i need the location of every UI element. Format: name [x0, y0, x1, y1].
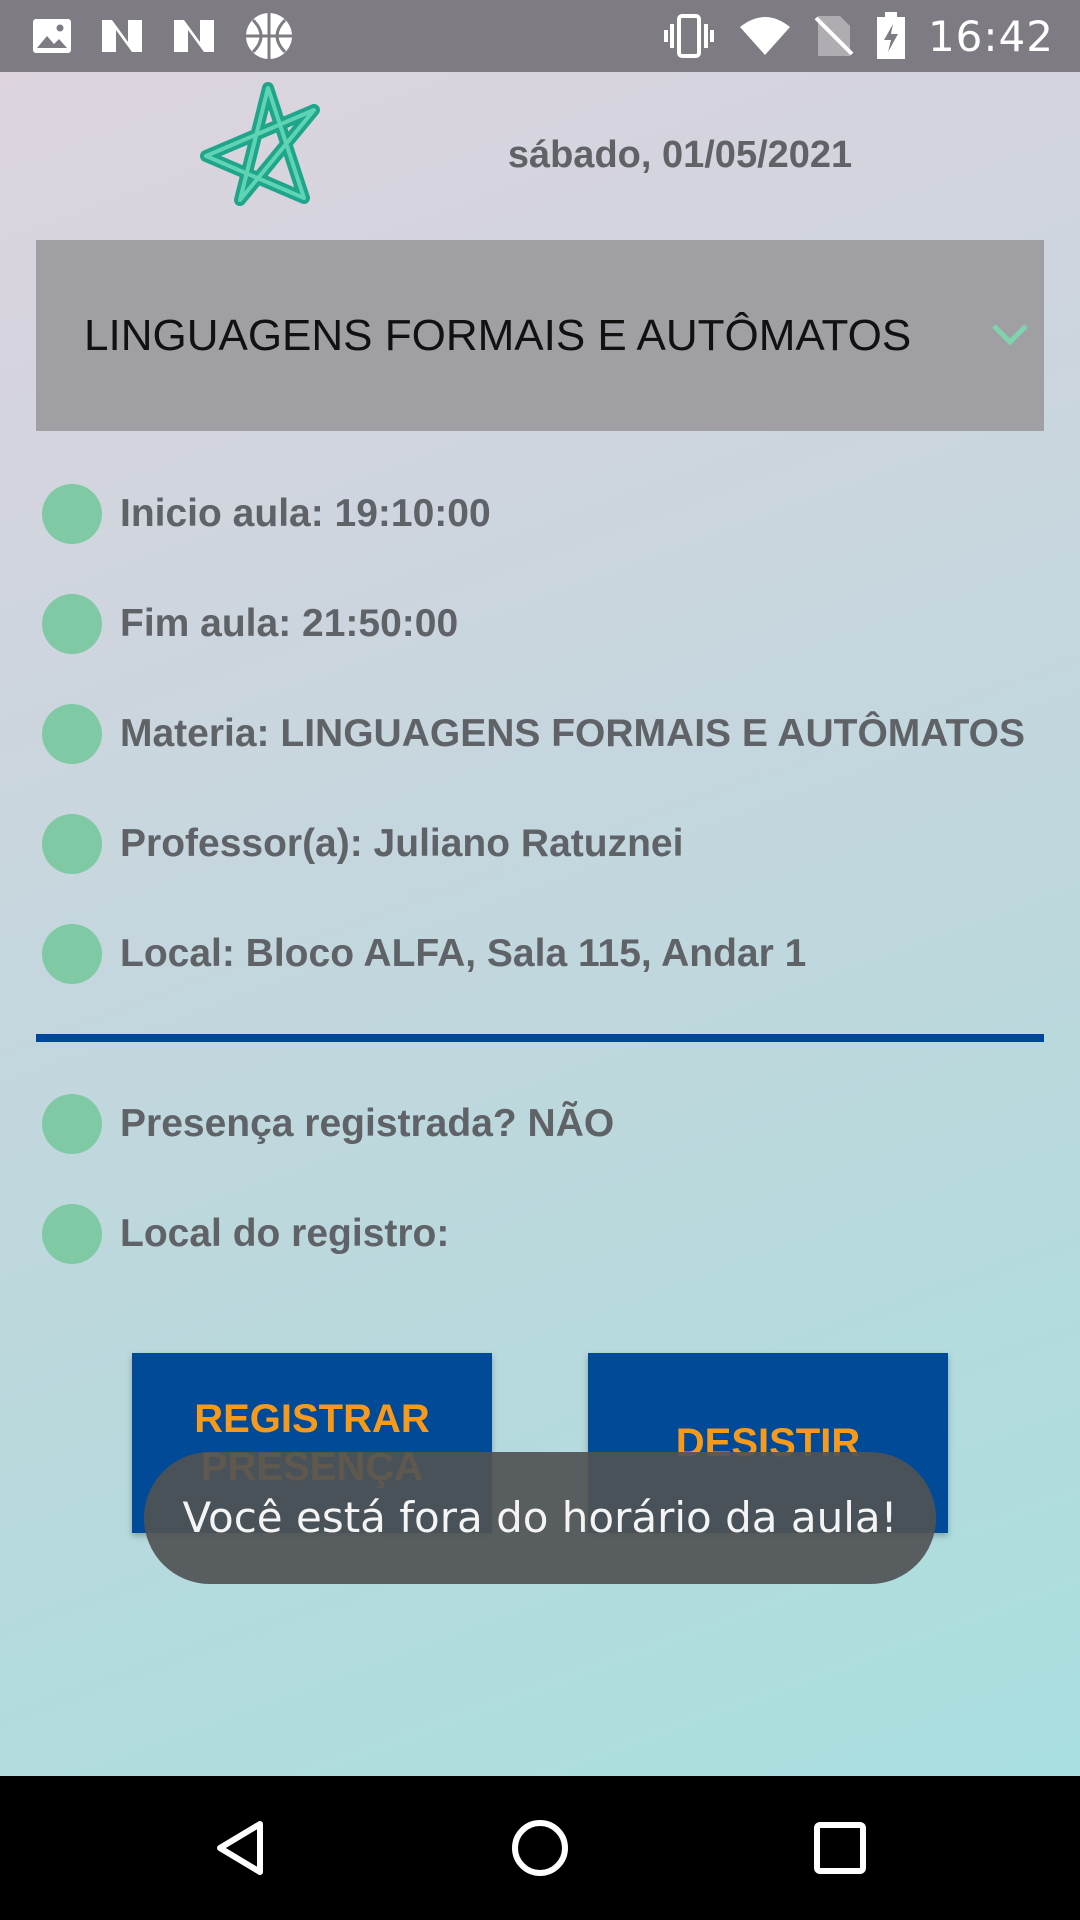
- bullet-dot: [42, 924, 102, 984]
- n-app-icon: [172, 18, 216, 54]
- bullet-dot: [42, 594, 102, 654]
- info-row-professor: Professor(a): Juliano Ratuznei: [42, 814, 683, 874]
- info-row-start-time: Inicio aula: 19:10:00: [42, 484, 491, 544]
- star-logo: [196, 82, 330, 212]
- bullet-dot: [42, 814, 102, 874]
- info-row-location: Local: Bloco ALFA, Sala 115, Andar 1: [42, 924, 806, 984]
- status-bar: 16:42: [0, 0, 1080, 72]
- info-row-subject: Materia: LINGUAGENS FORMAIS E AUTÔMATOS: [42, 704, 1025, 764]
- professor-text: Professor(a): Juliano Ratuznei: [120, 822, 684, 865]
- vibrate-icon: [662, 14, 716, 58]
- back-icon[interactable]: [204, 1812, 276, 1884]
- subject-dropdown-value: LINGUAGENS FORMAIS E AUTÔMATOS: [84, 311, 912, 360]
- section-divider: [36, 1034, 1044, 1042]
- status-time: 16:42: [927, 11, 1054, 61]
- bullet-dot: [42, 484, 102, 544]
- location-text: Local: Bloco ALFA, Sala 115, Andar 1: [120, 932, 807, 975]
- end-time-text: Fim aula: 21:50:00: [120, 602, 459, 645]
- bullet-dot: [42, 704, 102, 764]
- start-time-text: Inicio aula: 19:10:00: [120, 492, 491, 535]
- info-row-end-time: Fim aula: 21:50:00: [42, 594, 458, 654]
- current-date: sábado, 01/05/2021: [507, 134, 853, 176]
- no-sim-icon: [814, 14, 854, 58]
- nav-bar: [0, 1776, 1080, 1920]
- register-location-text: Local do registro:: [120, 1212, 450, 1255]
- basketball-icon: [244, 11, 294, 61]
- info-row-attendance: Presença registrada? NÃO: [42, 1094, 614, 1154]
- image-icon: [32, 18, 72, 54]
- subject-dropdown[interactable]: LINGUAGENS FORMAIS E AUTÔMATOS: [36, 240, 1044, 431]
- n-app-icon: [100, 18, 144, 54]
- toast-message: Você está fora do horário da aula!: [144, 1452, 936, 1584]
- recents-icon[interactable]: [804, 1812, 876, 1884]
- subject-text: Materia: LINGUAGENS FORMAIS E AUTÔMATOS: [120, 712, 1025, 755]
- wifi-icon: [738, 15, 792, 57]
- chevron-down-icon: [990, 322, 1030, 348]
- battery-charging-icon: [876, 12, 906, 60]
- attendance-status-text: Presença registrada? NÃO: [120, 1102, 615, 1145]
- bullet-dot: [42, 1204, 102, 1264]
- app-screen: sábado, 01/05/2021 LINGUAGENS FORMAIS E …: [0, 72, 1080, 1776]
- info-row-register-location: Local do registro:: [42, 1204, 449, 1264]
- bullet-dot: [42, 1094, 102, 1154]
- home-icon[interactable]: [504, 1812, 576, 1884]
